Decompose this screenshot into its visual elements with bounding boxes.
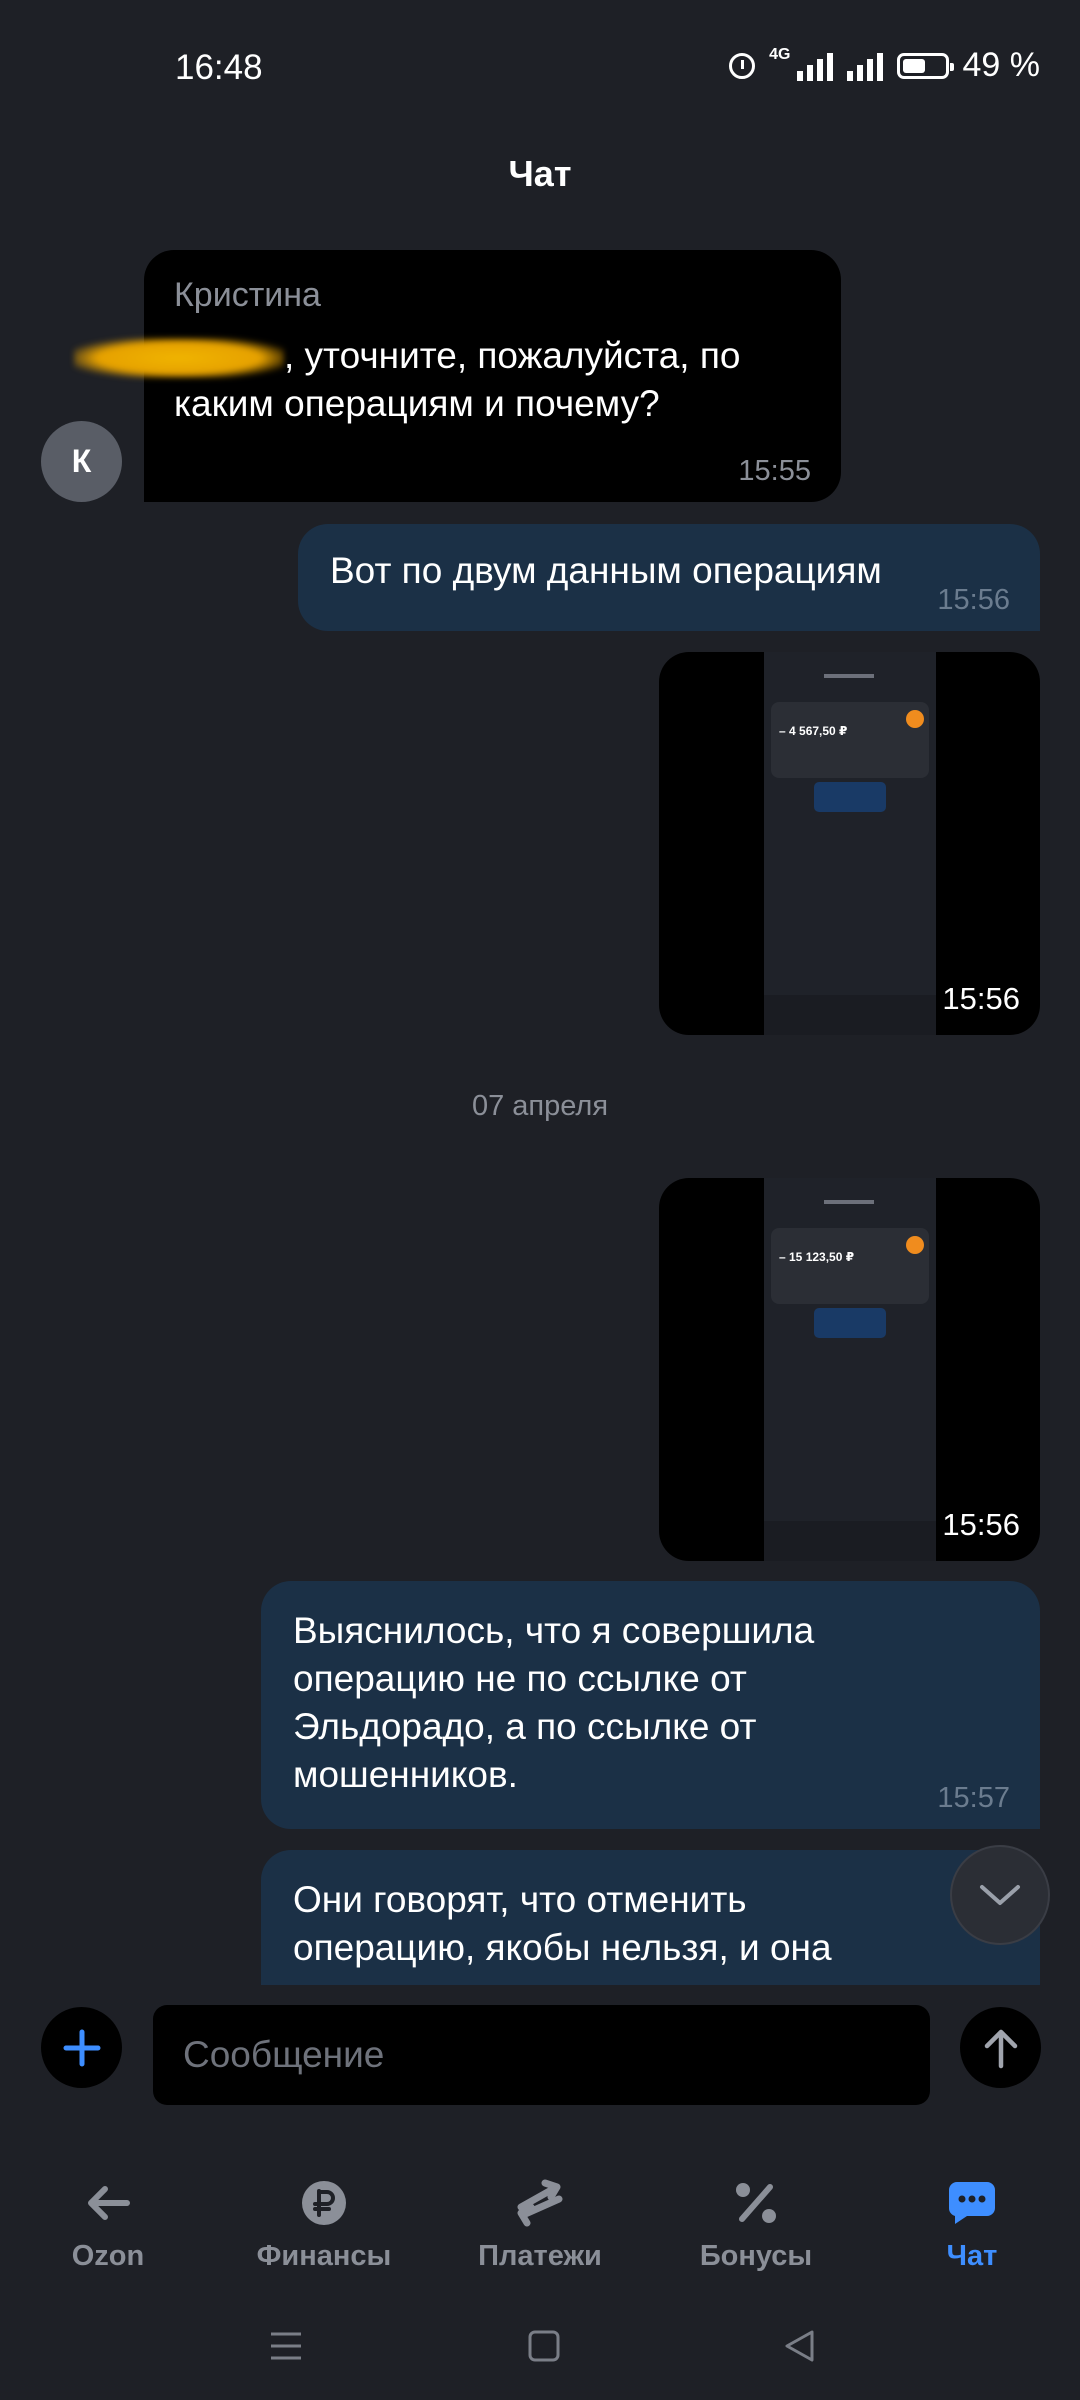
send-button[interactable] — [960, 2007, 1041, 2088]
tab-label: Финансы — [256, 2240, 392, 2272]
recents-menu-icon[interactable] — [268, 2328, 304, 2364]
alarm-icon — [729, 52, 756, 79]
screenshot-thumbnail: – 15 123,50 ₽ — [764, 1178, 936, 1561]
date-separator: 07 апреля — [471, 1090, 609, 1122]
thumbnail-amount: – 4 567,50 ₽ — [779, 724, 848, 738]
status-bar: 16:48 4G 49 % — [0, 0, 1080, 140]
system-navigation-bar — [0, 2300, 1080, 2400]
tab-finance[interactable]: Финансы — [216, 2140, 432, 2290]
chat-bubble-icon — [937, 2168, 1007, 2238]
image-attachment[interactable]: – 15 123,50 ₽ 15:56 — [659, 1178, 1040, 1561]
image-attachment[interactable]: – 4 567,50 ₽ 15:56 — [659, 652, 1040, 1035]
avatar[interactable]: К — [41, 421, 122, 502]
attach-button[interactable] — [41, 2007, 122, 2088]
tab-label: Ozon — [71, 2240, 145, 2272]
message-outgoing[interactable]: Вот по двум данным операциям 15:56 — [298, 524, 1040, 631]
message-text: Вот по двум данным операциям — [330, 550, 882, 591]
back-triangle-icon[interactable] — [782, 2328, 818, 2364]
bottom-tab-bar: Ozon Финансы Платежи Бонусы Чат — [0, 2140, 1080, 2290]
message-time: 15:55 — [738, 455, 811, 487]
battery-icon — [896, 52, 954, 79]
sender-name: Кристина — [174, 276, 321, 314]
message-input[interactable] — [153, 2005, 930, 2105]
tab-payments[interactable]: Платежи — [432, 2140, 648, 2290]
message-outgoing[interactable]: Выяснилось, что я совершила операцию не … — [261, 1581, 1040, 1829]
scroll-down-button[interactable] — [950, 1845, 1050, 1945]
message-time: 15:56 — [942, 1507, 1020, 1542]
chat-messages[interactable]: К Кристина , уточните, пожалуйста, по ка… — [0, 230, 1080, 1985]
ruble-icon — [289, 2168, 359, 2238]
status-time: 16:48 — [175, 48, 263, 87]
status-icons: 4G 49 % — [729, 46, 1040, 85]
screenshot-thumbnail: – 4 567,50 ₽ — [764, 652, 936, 1035]
network-type: 4G — [769, 46, 791, 63]
tab-label: Платежи — [478, 2240, 602, 2272]
message-composer — [0, 1985, 1080, 2115]
chevron-down-icon — [980, 1885, 1020, 1905]
arrow-left-icon — [73, 2168, 143, 2238]
tab-label: Бонусы — [699, 2240, 813, 2272]
tab-chat[interactable]: Чат — [864, 2140, 1080, 2290]
redacted-name — [74, 338, 284, 379]
transfer-arrows-icon — [505, 2168, 575, 2238]
tab-bonuses[interactable]: Бонусы — [648, 2140, 864, 2290]
message-incoming[interactable]: Кристина , уточните, пожалуйста, по каки… — [74, 250, 841, 502]
arrow-up-icon — [984, 2029, 1017, 2068]
plus-icon — [63, 2029, 100, 2066]
signal-icon — [796, 51, 833, 81]
home-square-icon[interactable] — [526, 2328, 562, 2364]
tab-label: Чат — [946, 2240, 998, 2272]
thumbnail-amount: – 15 123,50 ₽ — [779, 1250, 855, 1264]
message-text: Выяснилось, что я совершила операцию не … — [293, 1610, 815, 1795]
page-title: Чат — [508, 153, 572, 194]
battery-percent: 49 % — [962, 46, 1041, 84]
tab-ozon[interactable]: Ozon — [0, 2140, 216, 2290]
message-time: 15:57 — [937, 1782, 1010, 1814]
message-time: 15:56 — [942, 981, 1020, 1016]
signal-icon-2 — [846, 51, 883, 81]
percent-icon — [721, 2168, 791, 2238]
message-text: , уточните, пожалуйста, по каким операци… — [74, 332, 774, 428]
message-text: Они говорят, что отменить операцию, якоб… — [293, 1879, 832, 1968]
message-time: 15:56 — [937, 584, 1010, 616]
message-outgoing[interactable]: Они говорят, что отменить операцию, якоб… — [261, 1850, 1040, 1985]
